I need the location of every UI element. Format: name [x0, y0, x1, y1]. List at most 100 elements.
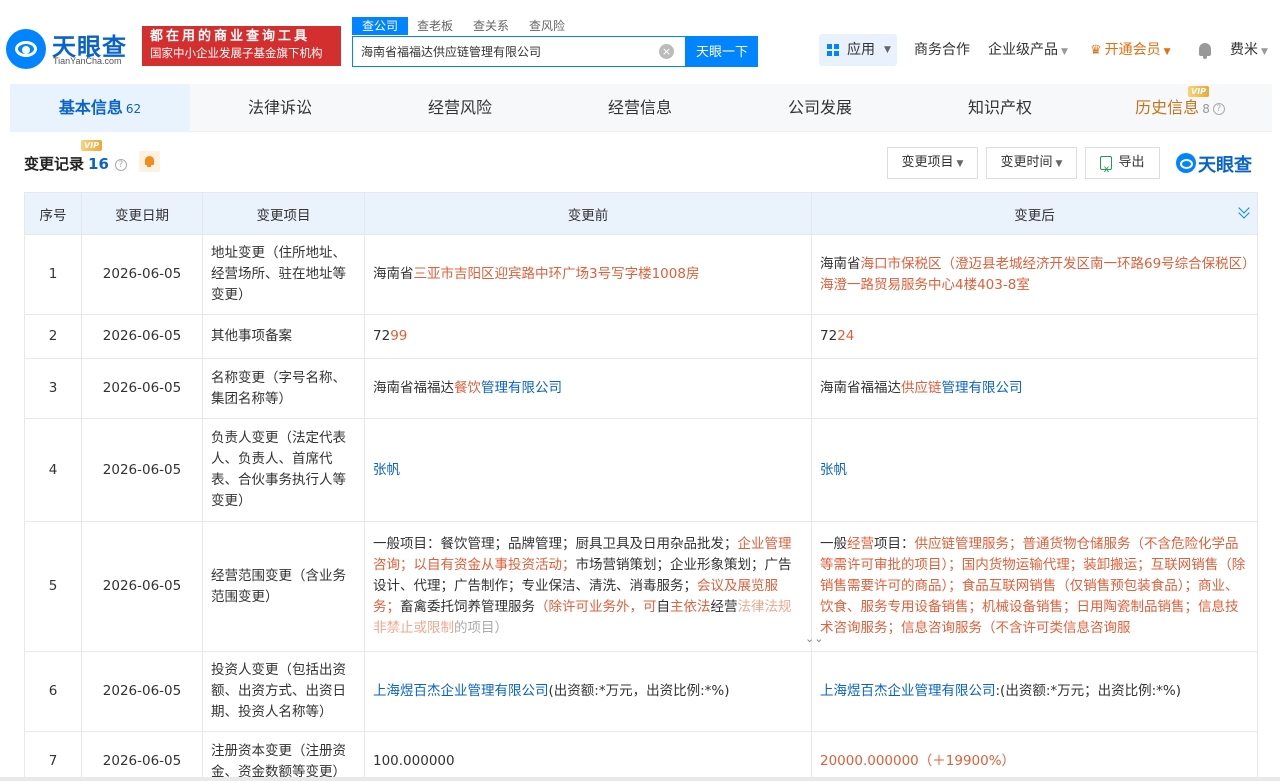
- filter-change-item[interactable]: 变更项目 ▼: [887, 147, 978, 179]
- search-input[interactable]: [353, 37, 653, 66]
- row-number: 7: [24, 731, 82, 781]
- text-segment: 一般: [820, 536, 847, 552]
- text-segment: 经营: [710, 599, 738, 615]
- text-segment: 一般项目：餐饮管理；品牌管理；厨具卫具及日用杂品批发；: [373, 536, 738, 552]
- section-title-text: 变更记录: [24, 155, 85, 173]
- row-date: 2026-06-05: [81, 418, 203, 522]
- nav-vip-label: 开通会员: [1104, 42, 1161, 58]
- logo[interactable]: 天眼查 TianYanCha.com: [6, 27, 136, 69]
- chevron-down-icon: ▼: [884, 45, 891, 55]
- vip-badge: VIP: [1188, 86, 1210, 97]
- filter-change-time[interactable]: 变更时间 ▼: [986, 147, 1077, 179]
- company-link[interactable]: 上海煜百杰企业管理有限公司: [820, 683, 996, 699]
- row-number: 2: [24, 314, 82, 359]
- row-before-value: 一般项目：餐饮管理；品牌管理；厨具卫具及日用杂品批发；企业管理咨询；以自有资金从…: [364, 521, 812, 652]
- change-records-table: 序号 变更日期 变更项目 变更前 变更后 1 2026-06-05 地址变更（住所地…: [24, 192, 1258, 781]
- tab-history[interactable]: 历史信息 8?: [1090, 84, 1270, 132]
- row-date: 2026-06-05: [81, 234, 203, 315]
- bell-icon[interactable]: [1197, 42, 1213, 60]
- text-segment: 畜禽委托饲养管理服务: [400, 599, 535, 615]
- company-link[interactable]: 张帆: [820, 462, 847, 478]
- tab-count: 62: [125, 102, 142, 116]
- text-segment: （除许可业务外，可: [535, 599, 657, 615]
- clear-icon[interactable]: ×: [659, 44, 674, 59]
- table-row: 6 2026-06-05 投资人变更（包括出资额、出资方式、出资日期、投资人名称等）…: [24, 651, 1258, 732]
- export-button[interactable]: 导出: [1085, 147, 1160, 185]
- tab-operation-risk[interactable]: 经营风险: [370, 84, 550, 132]
- row-before-value: 100.000000: [364, 731, 812, 781]
- search-tab-boss[interactable]: 查老板: [407, 17, 463, 35]
- user-menu[interactable]: 费米 ▼: [1230, 40, 1268, 62]
- logo-eye-icon: [1176, 153, 1196, 173]
- expand-more-icon[interactable]: ⌄⌄: [805, 632, 823, 645]
- clipped-text: 一般项目：餐饮管理；品牌管理；厨具卫具及日用杂品批发；企业管理咨询；以自有资金从…: [373, 534, 803, 639]
- search-box: ×: [352, 36, 686, 67]
- text-segment: 自: [656, 599, 671, 615]
- text-segment: 供应链: [901, 380, 942, 396]
- question-icon: ?: [1212, 102, 1225, 115]
- tab-legal[interactable]: 法律诉讼: [190, 84, 370, 132]
- nav-enterprise-products[interactable]: 企业级产品 ▼: [988, 40, 1068, 62]
- clipped-text: 一般经营项目：供应链管理服务；普通货物仓储服务（不含危险化学品等需许可审批的项目…: [820, 534, 1249, 639]
- tab-development[interactable]: 公司发展: [730, 84, 910, 132]
- search-tab-relation[interactable]: 查关系: [463, 17, 519, 35]
- horizontal-scrollbar[interactable]: [0, 777, 1280, 781]
- company-link[interactable]: 管理有限公司: [481, 380, 562, 396]
- tab-operation-info[interactable]: 经营信息: [550, 84, 730, 132]
- table-row: 1 2026-06-05 地址变更（住所地址、经营场所、驻在地址等变更） 海南省三亚市…: [24, 234, 1258, 315]
- tab-label: 经营风险: [427, 98, 492, 117]
- text-segment: 的项目）: [454, 620, 508, 636]
- vip-badge: VIP: [81, 140, 103, 151]
- row-before-value: 上海煜百杰企业管理有限公司(出资额:*万元，出资比例:*%): [364, 651, 812, 732]
- tab-basic-info[interactable]: 基本信息 62: [10, 84, 190, 132]
- col-header-item: 变更项目: [202, 192, 365, 235]
- text-segment: 海南省: [373, 266, 414, 282]
- search-button[interactable]: 天眼一下: [686, 36, 758, 67]
- text-segment: 海口市保税区（澄迈县老城经济开发区南一环路69号综合保税区）海澄一路贸易服务中心…: [820, 255, 1249, 293]
- col-header-date: 变更日期: [81, 192, 203, 235]
- company-link[interactable]: 张帆: [373, 462, 400, 478]
- col-header-no: 序号: [24, 192, 82, 235]
- company-link[interactable]: 上海煜百杰企业管理有限公司: [373, 683, 549, 699]
- text-segment: 20000.000000（＋19900%）: [820, 753, 1016, 769]
- chevron-down-icon: ▼: [1061, 47, 1068, 57]
- tab-label: 公司发展: [787, 98, 852, 117]
- search-tab-company[interactable]: 查公司: [352, 17, 409, 35]
- row-before-value: 7299: [364, 314, 812, 359]
- export-label: 导出: [1118, 155, 1145, 170]
- text-segment: 经营: [847, 536, 874, 552]
- text-segment: 99: [390, 328, 408, 344]
- text-segment: 主依法: [670, 599, 711, 615]
- expand-columns-icon[interactable]: [1238, 202, 1252, 220]
- monitor-bell-icon[interactable]: [139, 151, 160, 172]
- row-change-item: 投资人变更（包括出资额、出资方式、出资日期、投资人名称等）: [202, 651, 365, 732]
- text-segment: :(出资额:*万元；出资比例:*%): [995, 683, 1182, 699]
- tab-label: 经营信息: [607, 98, 672, 117]
- row-date: 2026-06-05: [81, 314, 203, 359]
- col-header-after: 变更后: [811, 192, 1258, 235]
- chevron-down-icon: ▼: [1163, 47, 1171, 57]
- app-menu-label: 应用: [847, 42, 875, 58]
- tab-ip[interactable]: 知识产权: [910, 84, 1090, 132]
- nav-vip[interactable]: ♛ 开通会员 ▼: [1090, 40, 1171, 62]
- table-header-row: 序号 变更日期 变更项目 变更前 变更后: [24, 192, 1258, 235]
- row-number: 1: [24, 234, 82, 315]
- row-date: 2026-06-05: [81, 358, 203, 419]
- row-before-value: 海南省三亚市吉阳区迎宾路中环广场3号写字楼1008房: [364, 234, 812, 315]
- row-before-value: 海南省福福达餐饮管理有限公司: [364, 358, 812, 419]
- company-link[interactable]: 管理有限公司: [942, 380, 1023, 396]
- table-row: 2 2026-06-05 其他事项备案 7299 7224: [24, 314, 1258, 359]
- table-row: 3 2026-06-05 名称变更（字号名称、集团名称等） 海南省福福达餐饮管理有限公…: [24, 358, 1258, 419]
- text-segment: 项目：: [874, 536, 915, 552]
- text-segment: 海南省福福达: [820, 380, 901, 396]
- search-tab-risk[interactable]: 查风险: [519, 17, 575, 35]
- question-icon[interactable]: ?: [114, 158, 127, 171]
- nav-cooperation[interactable]: 商务合作: [914, 40, 970, 60]
- row-change-item: 负责人变更（法定代表人、负责人、首席代表、合伙事务执行人等变更）: [202, 418, 365, 522]
- filter-label: 变更时间: [1000, 155, 1053, 170]
- row-after-value: 张帆: [811, 418, 1258, 522]
- row-change-item: 地址变更（住所地址、经营场所、驻在地址等变更）: [202, 234, 365, 315]
- app-menu-button[interactable]: 应用 ▼: [819, 34, 897, 66]
- text-segment: 海南省福福达: [373, 380, 454, 396]
- apps-grid-icon: [827, 44, 839, 56]
